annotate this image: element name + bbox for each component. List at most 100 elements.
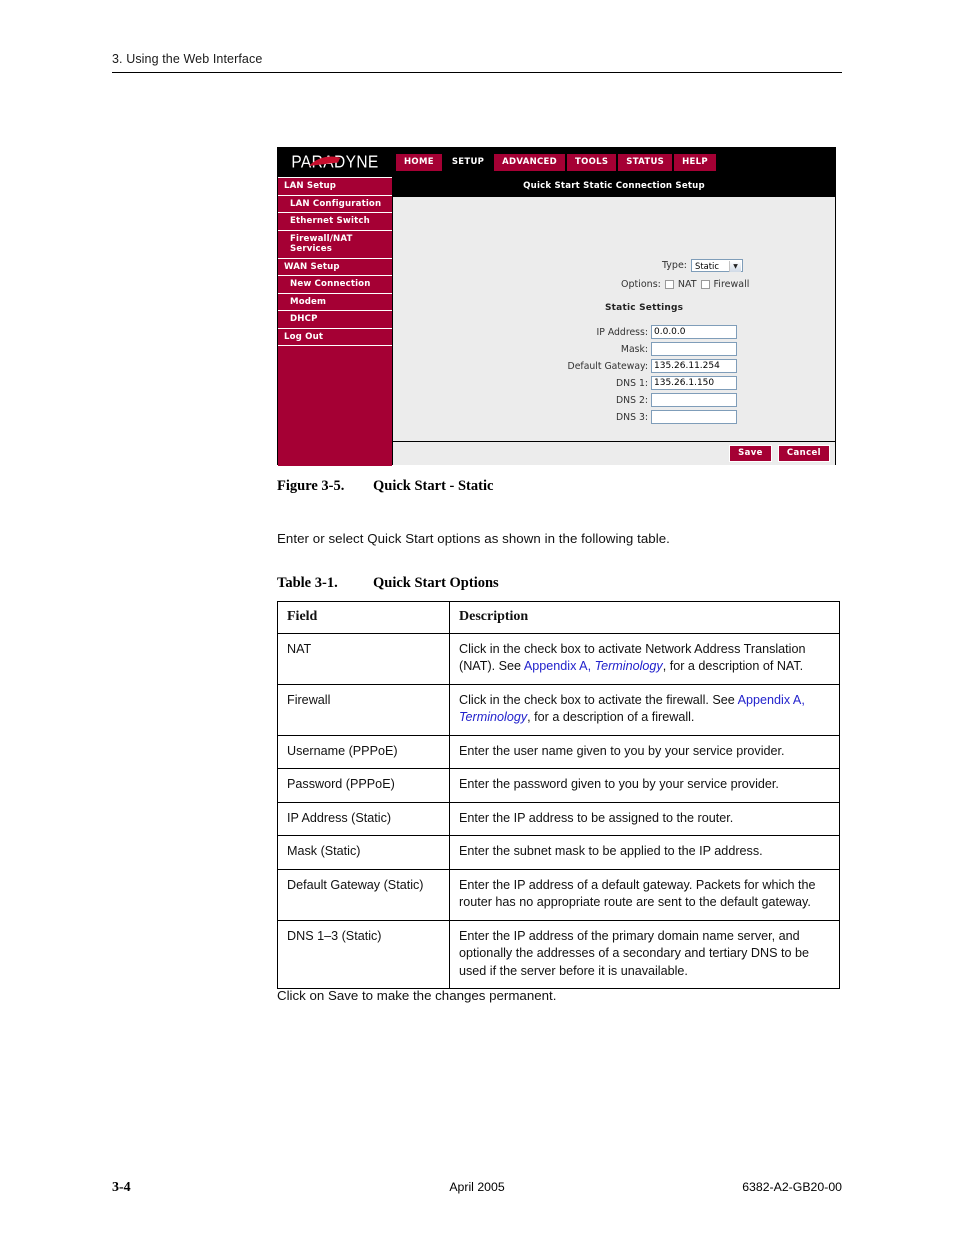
text-run: Enter the IP address to be assigned to t… — [459, 810, 734, 825]
table-row: NAT Click in the check box to activate N… — [277, 632, 840, 685]
text-run: Enter the IP address of a default gatewa… — [459, 877, 816, 910]
router-ui-screenshot: PARADYNE HOME SETUP ADVANCED TOOLS STATU… — [277, 147, 836, 466]
running-head: 3. Using the Web Interface — [112, 52, 842, 73]
column-header-description: Description — [449, 601, 840, 634]
nav-tab-home[interactable]: HOME — [396, 154, 442, 171]
options-label: Options: — [621, 279, 661, 290]
router-topbar: PARADYNE HOME SETUP ADVANCED TOOLS STATU… — [278, 148, 835, 177]
sidebar-item-lan-configuration[interactable]: LAN Configuration — [278, 196, 392, 213]
footer-doc-id: 6382-A2-GB20-00 — [742, 1180, 842, 1194]
quick-start-options-table: Field Description NAT Click in the check… — [277, 601, 840, 989]
connection-type-row: Type: Static ▼ — [662, 259, 743, 272]
cross-reference-link[interactable]: Terminology — [459, 710, 527, 724]
mask-label: Mask: — [620, 343, 648, 355]
options-row: Options: NAT Firewall — [621, 279, 749, 290]
firewall-checkbox[interactable] — [700, 280, 710, 289]
field-row-ip-address: IP Address: 0.0.0.0 — [513, 325, 858, 339]
sidebar-item-modem[interactable]: Modem — [278, 294, 392, 311]
figure-caption: Figure 3-5. Quick Start - Static — [277, 478, 493, 495]
cell-description: Click in the check box to activate the f… — [449, 683, 840, 736]
sidebar-item-log-out[interactable]: Log Out — [278, 329, 392, 346]
chevron-down-icon: ▼ — [729, 261, 741, 272]
cell-field: Default Gateway (Static) — [277, 868, 450, 921]
running-head-rule — [112, 72, 842, 73]
sidebar-item-lan-setup[interactable]: LAN Setup — [278, 178, 392, 196]
router-nav-tabs: HOME SETUP ADVANCED TOOLS STATUS HELP — [396, 154, 716, 171]
default-gateway-input[interactable]: 135.26.11.254 — [651, 359, 737, 373]
field-row-default-gateway: Default Gateway: 135.26.11.254 — [513, 359, 858, 373]
cell-description: Enter the subnet mask to be applied to t… — [449, 835, 840, 870]
dns-3-input[interactable] — [651, 410, 737, 424]
cell-description: Enter the IP address of the primary doma… — [449, 919, 840, 989]
text-run: Click in the check box to activate the f… — [459, 692, 738, 707]
cell-description: Click in the check box to activate Netwo… — [449, 632, 840, 685]
page-footer: 3-4 April 2005 6382-A2-GB20-00 — [112, 1180, 842, 1196]
cell-description: Enter the password given to you by your … — [449, 768, 840, 803]
text-run: Enter the subnet mask to be applied to t… — [459, 844, 763, 858]
cell-description: Enter the IP address to be assigned to t… — [449, 801, 840, 836]
table-caption: Table 3-1. Quick Start Options — [277, 575, 499, 592]
closing-paragraph: Click on Save to make the changes perman… — [277, 988, 557, 1003]
text-run: Enter the IP address of the primary doma… — [459, 928, 810, 978]
figure-caption-title: Quick Start - Static — [373, 478, 494, 494]
table-caption-number: Table 3-1. — [277, 575, 338, 591]
cancel-button[interactable]: Cancel — [777, 445, 830, 462]
table-row: Password (PPPoE) Enter the password give… — [277, 768, 840, 803]
sidebar-item-firewall-nat-services[interactable]: Firewall/NAT Services — [278, 231, 392, 259]
page-number: 3-4 — [112, 1180, 131, 1195]
table-caption-title: Quick Start Options — [373, 575, 499, 591]
text-run: , for a description of a firewall. — [527, 710, 695, 724]
running-head-text: 3. Using the Web Interface — [112, 52, 263, 66]
cross-reference-link[interactable]: Appendix A, — [738, 693, 805, 707]
connection-type-value: Static — [695, 260, 719, 271]
nat-checkbox[interactable] — [664, 280, 674, 289]
nav-tab-setup[interactable]: SETUP — [443, 154, 493, 171]
panel-footer: Save Cancel — [393, 441, 835, 465]
footer-date: April 2005 — [449, 1180, 505, 1194]
text-run: Enter the password given to you by your … — [459, 777, 779, 791]
column-header-field: Field — [277, 601, 450, 634]
paradyne-logo: PARADYNE — [278, 148, 392, 177]
router-sidebar: LAN Setup LAN Configuration Ethernet Swi… — [278, 177, 392, 466]
cell-description: Enter the user name given to you by your… — [449, 734, 840, 769]
field-row-dns-2: DNS 2: — [513, 393, 858, 407]
firewall-checkbox-label: Firewall — [713, 279, 750, 290]
sidebar-filler — [278, 346, 392, 466]
dns-3-label: DNS 3: — [615, 411, 648, 423]
cell-description: Enter the IP address of a default gatewa… — [449, 868, 840, 921]
figure-caption-number: Figure 3-5. — [277, 478, 345, 494]
panel-title: Quick Start Static Connection Setup — [393, 177, 835, 196]
ip-address-label: IP Address: — [596, 326, 648, 338]
save-button[interactable]: Save — [729, 445, 772, 462]
cell-field: Password (PPPoE) — [277, 768, 450, 803]
cross-reference-link[interactable]: Terminology — [595, 659, 663, 673]
connection-type-select[interactable]: Static ▼ — [691, 259, 743, 272]
sidebar-item-wan-setup[interactable]: WAN Setup — [278, 259, 392, 276]
text-run: Enter the user name given to you by your… — [459, 743, 785, 758]
intro-paragraph: Enter or select Quick Start options as s… — [277, 531, 670, 546]
cell-field: Username (PPPoE) — [277, 734, 450, 769]
default-gateway-label: Default Gateway: — [567, 360, 648, 372]
nav-tab-status[interactable]: STATUS — [618, 154, 673, 171]
nav-tab-help[interactable]: HELP — [674, 154, 716, 171]
cross-reference-link[interactable]: Appendix A, — [524, 659, 591, 673]
field-row-dns-3: DNS 3: — [513, 410, 858, 424]
table-row: Default Gateway (Static) Enter the IP ad… — [277, 868, 840, 921]
connection-type-label: Type: — [661, 260, 687, 271]
dns-1-label: DNS 1: — [615, 377, 648, 389]
router-main: Quick Start Static Connection Setup Type… — [392, 177, 835, 465]
table-row: DNS 1–3 (Static) Enter the IP address of… — [277, 919, 840, 989]
table-row: Firewall Click in the check box to activ… — [277, 683, 840, 736]
sidebar-item-new-connection[interactable]: New Connection — [278, 276, 392, 294]
dns-2-input[interactable] — [651, 393, 737, 407]
cell-field: Firewall — [277, 683, 450, 736]
dns-1-input[interactable]: 135.26.1.150 — [651, 376, 737, 390]
sidebar-item-dhcp[interactable]: DHCP — [278, 311, 392, 329]
nav-tab-advanced[interactable]: ADVANCED — [494, 154, 565, 171]
ip-address-input[interactable]: 0.0.0.0 — [651, 325, 737, 339]
nav-tab-tools[interactable]: TOOLS — [567, 154, 617, 171]
setup-form-panel: Type: Static ▼ Options: NAT Firewall Sta… — [393, 196, 835, 441]
dns-2-label: DNS 2: — [615, 394, 648, 406]
sidebar-item-ethernet-switch[interactable]: Ethernet Switch — [278, 213, 392, 231]
mask-input[interactable] — [651, 342, 737, 356]
